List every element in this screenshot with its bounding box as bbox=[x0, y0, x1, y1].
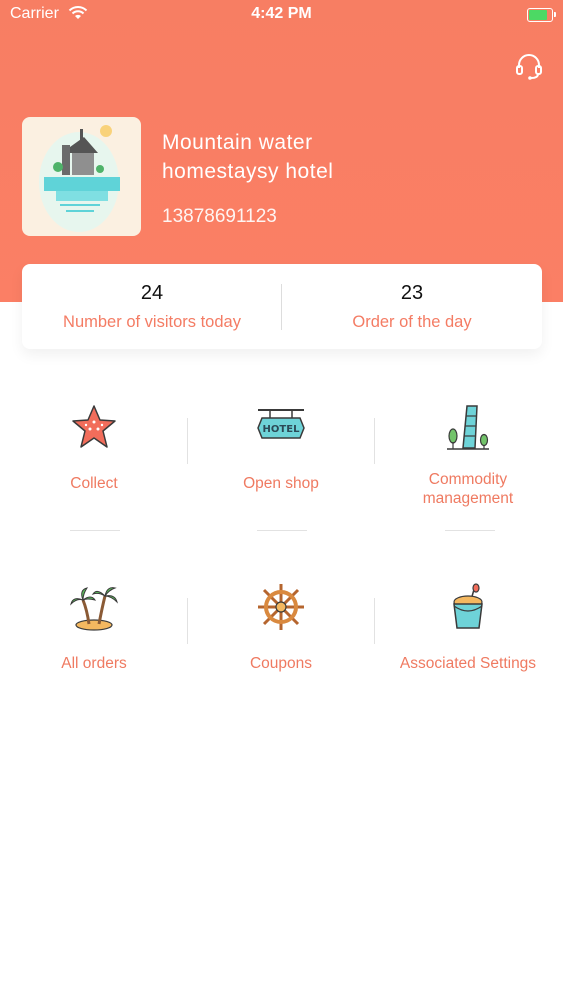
hotel-illustration bbox=[39, 125, 120, 232]
clock: 4:42 PM bbox=[251, 5, 312, 22]
battery-icon bbox=[527, 8, 556, 22]
menu-label: Commodity management bbox=[422, 471, 514, 507]
menu-commodity-management[interactable]: Commodity management bbox=[374, 402, 562, 508]
palm-island-icon bbox=[70, 587, 118, 631]
visitors-stat[interactable]: 24 Number of visitors today bbox=[22, 282, 282, 332]
visitors-count: 24 bbox=[140, 282, 164, 304]
visitors-label: Number of visitors today bbox=[63, 313, 241, 331]
stats-card: 24 Number of visitors today 23 Order of … bbox=[22, 264, 542, 349]
hotel-phone: 13878691123 bbox=[162, 206, 277, 227]
row-divider bbox=[70, 530, 120, 531]
hotel-avatar[interactable] bbox=[22, 117, 141, 236]
menu-label: All orders bbox=[61, 655, 127, 672]
ship-wheel-icon bbox=[258, 584, 304, 630]
menu-all-orders[interactable]: All orders bbox=[0, 582, 188, 673]
menu-label: Coupons bbox=[249, 655, 313, 672]
menu-collect[interactable]: Collect bbox=[0, 402, 188, 493]
status-bar: Carrier 4:42 PM bbox=[0, 0, 563, 30]
sand-bucket-icon bbox=[453, 583, 483, 629]
orders-count: 23 bbox=[400, 282, 424, 304]
row-divider bbox=[445, 530, 495, 531]
orders-stat[interactable]: 23 Order of the day bbox=[282, 282, 542, 332]
menu-associated-settings[interactable]: Associated Settings bbox=[374, 582, 562, 673]
starfish-icon bbox=[72, 405, 116, 448]
menu-label: Collect bbox=[70, 475, 118, 492]
row-divider bbox=[257, 530, 307, 531]
orders-label: Order of the day bbox=[352, 313, 472, 331]
menu-label: Associated Settings bbox=[399, 655, 537, 672]
svg-text:HOTEL: HOTEL bbox=[263, 424, 301, 435]
leaning-tower-icon bbox=[447, 405, 489, 450]
menu-open-shop[interactable]: HOTEL Open shop bbox=[187, 402, 375, 493]
hotel-name: Mountain water homestaysy hotel bbox=[162, 131, 334, 183]
menu-label: Open shop bbox=[243, 475, 319, 492]
menu-coupons[interactable]: Coupons bbox=[187, 582, 375, 673]
headset-icon[interactable] bbox=[513, 50, 545, 82]
hotel-sign-icon: HOTEL bbox=[257, 409, 305, 439]
